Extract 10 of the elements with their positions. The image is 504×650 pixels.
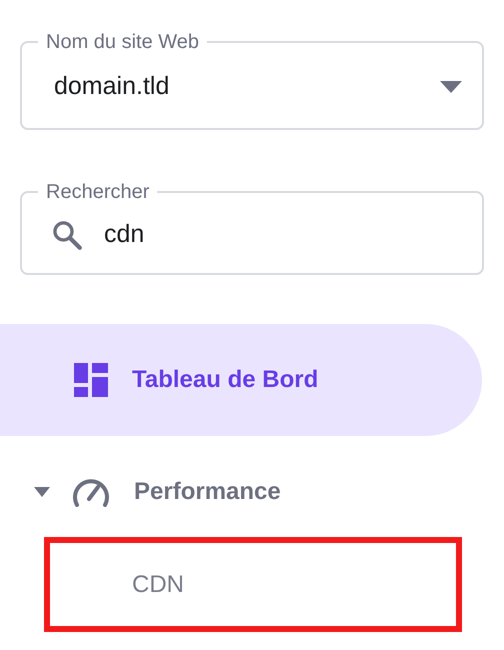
field-value: domain.tld — [54, 71, 170, 102]
submenu-item[interactable]: CDN — [44, 537, 462, 632]
field-value: cdn — [104, 218, 146, 250]
caret-icon[interactable] — [34, 487, 50, 497]
field-label: Nom du site Web — [45, 30, 200, 54]
dashboard-icon — [74, 363, 108, 397]
gauge-icon — [72, 477, 110, 507]
caret-icon — [440, 81, 462, 93]
menu-item[interactable]: Tableau de Bord — [0, 324, 482, 436]
field-label: Rechercher — [45, 180, 150, 204]
